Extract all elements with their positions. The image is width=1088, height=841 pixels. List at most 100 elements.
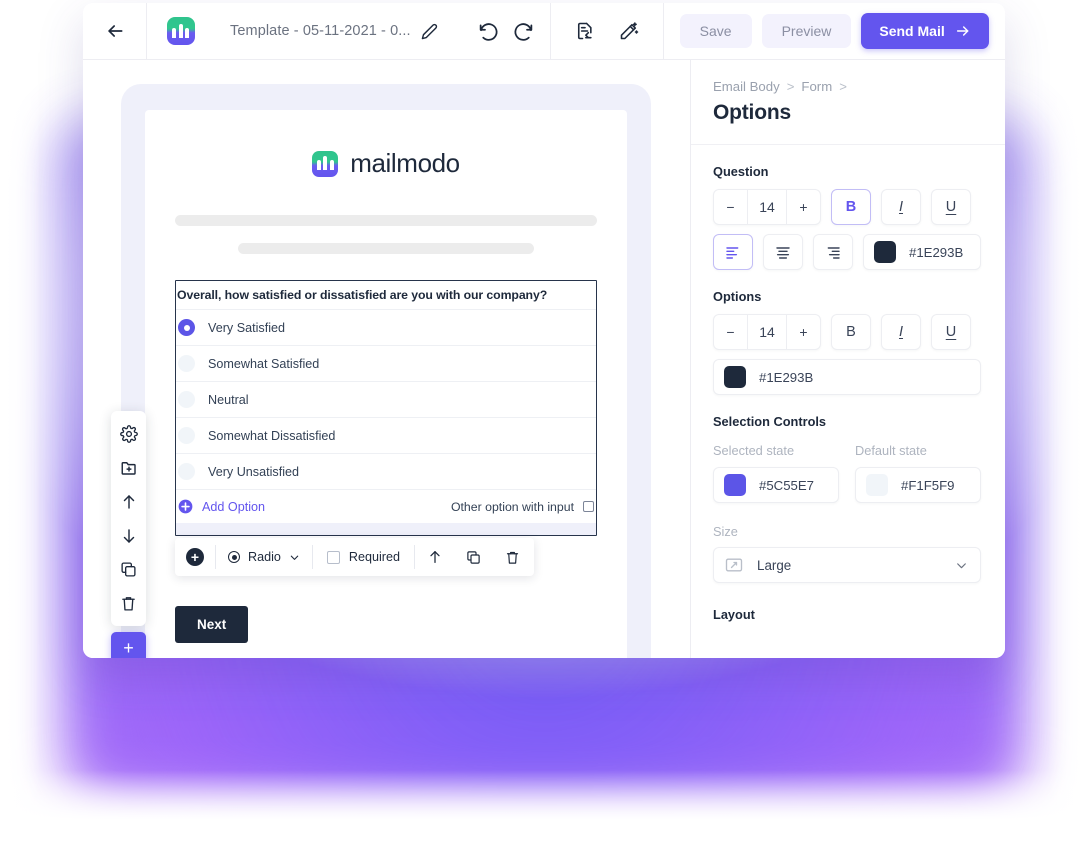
breadcrumb-separator: > bbox=[839, 79, 847, 94]
document-export-icon bbox=[577, 22, 592, 40]
undo-icon bbox=[479, 22, 498, 41]
send-mail-label: Send Mail bbox=[879, 23, 945, 39]
document-title-area: Template - 05-11-2021 - 0... bbox=[214, 3, 452, 59]
add-block-floating-button[interactable]: + bbox=[111, 632, 146, 658]
block-toolbar: + Radio Required bbox=[175, 538, 534, 576]
move-up-button[interactable] bbox=[111, 486, 146, 517]
breadcrumb-form[interactable]: Form bbox=[801, 79, 832, 94]
radio-icon[interactable] bbox=[178, 427, 195, 444]
radio-icon[interactable] bbox=[178, 391, 195, 408]
delete-button[interactable] bbox=[493, 538, 532, 576]
question-color-field[interactable]: #1E293B bbox=[863, 234, 981, 270]
document-export-button[interactable] bbox=[575, 21, 595, 41]
bold-icon: B bbox=[846, 324, 856, 340]
font-size-value[interactable]: 14 bbox=[747, 315, 787, 349]
list-item[interactable]: Neutral bbox=[176, 382, 596, 418]
selection-controls-row: Selected state #5C55E7 Default state #F1… bbox=[713, 443, 981, 503]
delete-button[interactable] bbox=[111, 588, 146, 619]
list-item[interactable]: Very Unsatisfied bbox=[176, 454, 596, 490]
move-up-button[interactable] bbox=[415, 538, 454, 576]
font-size-increase-button[interactable]: + bbox=[787, 190, 820, 224]
top-toolbar: Template - 05-11-2021 - 0... Save Previe… bbox=[83, 3, 1005, 60]
next-button[interactable]: Next bbox=[175, 606, 249, 643]
settings-button[interactable] bbox=[111, 418, 146, 449]
app-logo[interactable] bbox=[147, 3, 214, 59]
back-button[interactable] bbox=[83, 3, 146, 59]
add-field-button[interactable]: + bbox=[175, 538, 215, 576]
required-label: Required bbox=[348, 550, 401, 564]
arrow-left-icon bbox=[107, 25, 122, 37]
undo-button[interactable] bbox=[478, 21, 499, 42]
color-swatch[interactable] bbox=[866, 474, 888, 496]
save-button[interactable]: Save bbox=[679, 14, 752, 48]
question-font-size-stepper: − 14 + bbox=[713, 189, 821, 225]
breadcrumb-email-body[interactable]: Email Body bbox=[713, 79, 780, 94]
pencil-icon[interactable] bbox=[421, 23, 438, 40]
options-bold-button[interactable]: B bbox=[831, 314, 871, 350]
color-swatch[interactable] bbox=[724, 366, 746, 388]
align-center-icon bbox=[776, 247, 790, 259]
list-item[interactable]: Somewhat Satisfied bbox=[176, 346, 596, 382]
skeleton-bar bbox=[175, 215, 597, 226]
option-label: Very Satisfied bbox=[208, 320, 286, 335]
send-mail-button[interactable]: Send Mail bbox=[861, 13, 989, 49]
required-toggle[interactable]: Required bbox=[313, 538, 414, 576]
align-right-button[interactable] bbox=[813, 234, 853, 270]
color-hex-value: #5C55E7 bbox=[759, 477, 814, 493]
section-label-layout: Layout bbox=[713, 607, 755, 622]
default-state-color-field[interactable]: #F1F5F9 bbox=[855, 467, 981, 503]
size-select[interactable]: Large bbox=[713, 547, 981, 583]
radio-icon[interactable] bbox=[178, 319, 195, 336]
magic-wand-button[interactable] bbox=[619, 21, 639, 41]
folder-plus-icon bbox=[121, 461, 136, 475]
option-label: Somewhat Satisfied bbox=[208, 356, 320, 371]
color-swatch[interactable] bbox=[874, 241, 896, 263]
duplicate-button[interactable] bbox=[111, 554, 146, 585]
question-underline-button[interactable]: U bbox=[931, 189, 971, 225]
fade-left bbox=[0, 0, 40, 841]
other-option-toggle[interactable]: Other option with input bbox=[451, 500, 594, 514]
font-size-decrease-button[interactable]: − bbox=[714, 190, 747, 224]
editor-body: mailmodo Overall, how satisfied or dissa… bbox=[83, 60, 1005, 658]
question-bold-button[interactable]: B bbox=[831, 189, 871, 225]
align-left-button[interactable] bbox=[713, 234, 753, 270]
radio-icon[interactable] bbox=[178, 463, 195, 480]
document-title: Template - 05-11-2021 - 0... bbox=[230, 23, 411, 39]
duplicate-button[interactable] bbox=[454, 538, 493, 576]
align-center-button[interactable] bbox=[763, 234, 803, 270]
options-italic-button[interactable]: I bbox=[881, 314, 921, 350]
redo-icon bbox=[514, 22, 532, 41]
tool-group bbox=[551, 3, 663, 59]
skeleton-bar bbox=[238, 243, 534, 254]
italic-icon: I bbox=[898, 199, 904, 215]
selected-state-color-field[interactable]: #5C55E7 bbox=[713, 467, 839, 503]
checkbox-icon[interactable] bbox=[583, 501, 594, 512]
list-item[interactable]: Somewhat Dissatisfied bbox=[176, 418, 596, 454]
align-left-icon bbox=[726, 247, 739, 259]
email-body: mailmodo Overall, how satisfied or dissa… bbox=[145, 110, 627, 658]
font-size-decrease-button[interactable]: − bbox=[714, 315, 747, 349]
options-color-field[interactable]: #1E293B bbox=[713, 359, 981, 395]
font-size-increase-button[interactable]: + bbox=[787, 315, 820, 349]
question-italic-button[interactable]: I bbox=[881, 189, 921, 225]
list-item[interactable]: Very Satisfied bbox=[176, 310, 596, 346]
plus-circle-icon[interactable] bbox=[178, 499, 193, 514]
question-font-row: − 14 + B I U bbox=[713, 189, 981, 225]
redo-button[interactable] bbox=[513, 21, 534, 42]
options-underline-button[interactable]: U bbox=[931, 314, 971, 350]
color-swatch[interactable] bbox=[724, 474, 746, 496]
font-size-value[interactable]: 14 bbox=[747, 190, 787, 224]
checkbox-icon[interactable] bbox=[326, 550, 340, 564]
page-title: Options bbox=[713, 101, 791, 124]
add-block-button[interactable] bbox=[111, 452, 146, 483]
brand-header: mailmodo bbox=[175, 148, 597, 179]
preview-button[interactable]: Preview bbox=[761, 14, 852, 48]
section-label-question: Question bbox=[713, 164, 769, 179]
radio-icon[interactable] bbox=[178, 355, 195, 372]
form-block[interactable]: Overall, how satisfied or dissatisfied a… bbox=[175, 280, 597, 536]
move-down-button[interactable] bbox=[111, 520, 146, 551]
add-option-button[interactable]: Add Option bbox=[202, 500, 265, 514]
field-type-select[interactable]: Radio bbox=[216, 538, 312, 576]
app-window: Template - 05-11-2021 - 0... Save Previe… bbox=[83, 3, 1005, 658]
copy-icon bbox=[467, 550, 480, 564]
